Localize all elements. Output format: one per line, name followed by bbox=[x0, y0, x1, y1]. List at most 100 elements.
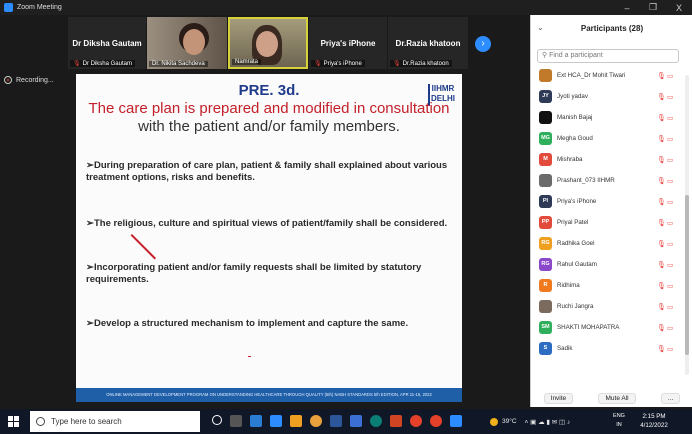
avatar: SM bbox=[539, 321, 552, 334]
participants-footer: Invite Mute All ... bbox=[531, 389, 692, 407]
participant-scrollbar[interactable] bbox=[685, 75, 689, 375]
recording-indicator[interactable]: Recording... bbox=[0, 73, 75, 87]
close-button[interactable]: X bbox=[666, 3, 692, 13]
video-tile[interactable]: Dr.Razia khatoon 🎙 Dr.Razia khatoon bbox=[388, 17, 468, 69]
edge-icon[interactable] bbox=[370, 415, 382, 427]
participants-header: ⌄ Participants (28) bbox=[531, 15, 692, 42]
avatar: M bbox=[539, 153, 552, 166]
participant-row[interactable]: Ruchi Jangra 🎙 ▭ bbox=[531, 296, 681, 317]
search-icon bbox=[36, 417, 45, 426]
window-title: Zoom Meeting bbox=[17, 4, 62, 11]
camera-off-icon: ▭ bbox=[667, 345, 674, 353]
mic-muted-icon: 🎙 bbox=[73, 61, 81, 67]
mic-muted-icon: 🎙 bbox=[657, 198, 666, 206]
language-indicator[interactable]: ENG IN bbox=[611, 412, 627, 430]
camera-off-icon: ▭ bbox=[667, 177, 674, 185]
participant-name: Ridhima bbox=[557, 282, 580, 289]
video-tile[interactable]: Dr Diksha Gautam 🎙 Dr Diksha Gautam bbox=[68, 17, 146, 69]
avatar: JY bbox=[539, 90, 552, 103]
zoom-app-icon[interactable] bbox=[270, 415, 282, 427]
more-options-button[interactable]: ... bbox=[660, 392, 681, 404]
chrome-icon[interactable] bbox=[310, 415, 322, 427]
participant-row[interactable]: RG Rahul Gautam 🎙 ▭ bbox=[531, 254, 681, 275]
participant-name: Megha Goud bbox=[557, 135, 593, 142]
minimize-button[interactable]: – bbox=[614, 3, 640, 13]
cortana-icon[interactable] bbox=[212, 415, 222, 425]
camera-off-icon: ▭ bbox=[667, 114, 674, 122]
mic-muted-icon: 🎙 bbox=[657, 177, 666, 185]
participant-row[interactable]: M Mishraba 🎙 ▭ bbox=[531, 149, 681, 170]
scrollbar-thumb[interactable] bbox=[685, 195, 689, 355]
tile-label: 🎙 Dr Diksha Gautam bbox=[70, 60, 135, 67]
tile-label: Namrata bbox=[232, 59, 262, 65]
mail-icon[interactable] bbox=[250, 415, 262, 427]
mic-muted-icon: 🎙 bbox=[657, 261, 666, 269]
mic-muted-icon: 🎙 bbox=[314, 61, 322, 67]
video-tile[interactable]: Priya's iPhone 🎙 Priya's iPhone bbox=[309, 17, 387, 69]
avatar: PP bbox=[539, 216, 552, 229]
participant-row[interactable]: Ext HCA_Dr Mohit Tiwari 🎙 ▭ bbox=[531, 65, 681, 86]
participant-row[interactable]: S Sadik 🎙 ▭ bbox=[531, 338, 681, 359]
camera-off-icon: ▭ bbox=[667, 93, 674, 101]
app-icon[interactable] bbox=[450, 415, 462, 427]
participant-row[interactable]: SM SHAKTI MOHAPATRA 🎙 ▭ bbox=[531, 317, 681, 338]
participant-row[interactable]: PI Priya's iPhone 🎙 ▭ bbox=[531, 191, 681, 212]
avatar: S bbox=[539, 342, 552, 355]
windows-start-icon[interactable] bbox=[8, 416, 19, 427]
camera-off-icon: ▭ bbox=[667, 240, 674, 248]
camera-off-icon: ▭ bbox=[667, 135, 674, 143]
video-strip: Dr Diksha Gautam 🎙 Dr Diksha Gautam Dr. N… bbox=[0, 15, 530, 71]
weather-temp[interactable]: 39°C bbox=[502, 418, 517, 425]
participant-row[interactable]: PP Priyal Patel 🎙 ▭ bbox=[531, 212, 681, 233]
zoom-window: Zoom Meeting – ❐ X Dr Diksha Gautam 🎙 Dr … bbox=[0, 0, 692, 434]
annotation-line bbox=[130, 234, 157, 260]
participant-row[interactable]: JY Jyoti yadav 🎙 ▭ bbox=[531, 86, 681, 107]
video-tile-active-speaker[interactable]: Namrata bbox=[228, 17, 308, 69]
taskbar-search-input[interactable]: Type here to search bbox=[30, 411, 200, 432]
mic-muted-icon: 🎙 bbox=[657, 219, 666, 227]
tile-label: Dr. Nikita Sachdeva bbox=[149, 61, 208, 67]
participant-row[interactable]: Manish Bajaj 🎙 ▭ bbox=[531, 107, 681, 128]
avatar bbox=[539, 174, 552, 187]
file-explorer-icon[interactable] bbox=[290, 415, 302, 427]
tray-icons[interactable]: ˄ ▣ ☁ ▮ ✉ ◫ ♪ bbox=[525, 418, 571, 426]
participant-row[interactable]: RG Radhika Goel 🎙 ▭ bbox=[531, 233, 681, 254]
restore-button[interactable]: ❐ bbox=[640, 2, 666, 13]
participant-name: Mishraba bbox=[557, 156, 583, 163]
avatar bbox=[539, 69, 552, 82]
mic-muted-icon: 🎙 bbox=[657, 240, 666, 248]
mic-muted-icon: 🎙 bbox=[657, 93, 666, 101]
app-icon[interactable] bbox=[430, 415, 442, 427]
participant-name: Ruchi Jangra bbox=[557, 303, 594, 310]
mic-muted-icon: 🎙 bbox=[657, 345, 666, 353]
system-clock[interactable]: 2:15 PM 4/12/2022 bbox=[630, 412, 678, 430]
video-tile[interactable]: Dr. Nikita Sachdeva bbox=[147, 17, 227, 69]
next-page-button[interactable]: › bbox=[475, 36, 491, 52]
weather-icon[interactable] bbox=[490, 417, 498, 426]
word-icon[interactable] bbox=[330, 415, 342, 427]
app-icon[interactable] bbox=[350, 415, 362, 427]
invite-button[interactable]: Invite bbox=[543, 392, 574, 404]
windows-taskbar: Type here to search 39°C ˄ ▣ ☁ ▮ ✉ ◫ ♪ E… bbox=[0, 409, 692, 434]
participant-name: Priya's iPhone bbox=[557, 198, 597, 205]
participant-row[interactable]: R Ridhima 🎙 ▭ bbox=[531, 275, 681, 296]
camera-off-icon: ▭ bbox=[667, 261, 674, 269]
tile-label: 🎙 Dr.Razia khatoon bbox=[390, 60, 452, 67]
participant-search-input[interactable]: ⚲ Find a participant bbox=[537, 49, 679, 63]
mic-muted-icon: 🎙 bbox=[393, 61, 401, 67]
participant-name: Manish Bajaj bbox=[557, 114, 593, 121]
mute-all-button[interactable]: Mute All bbox=[598, 392, 636, 404]
app-icon[interactable] bbox=[410, 415, 422, 427]
participant-row[interactable]: MG Megha Goud 🎙 ▭ bbox=[531, 128, 681, 149]
participant-row[interactable]: Prashant_073 IIHMR 🎙 ▭ bbox=[531, 170, 681, 191]
slide-bullet: ➢Incorporating patient and/or family req… bbox=[86, 262, 422, 285]
avatar bbox=[539, 300, 552, 313]
mic-muted-icon: 🎙 bbox=[657, 135, 666, 143]
task-view-icon[interactable] bbox=[230, 415, 242, 427]
participant-name: Sadik bbox=[557, 345, 573, 352]
powerpoint-icon[interactable] bbox=[390, 415, 402, 427]
participants-title: Participants (28) bbox=[580, 24, 644, 33]
slide-subtitle: The care plan is prepared and modified i… bbox=[88, 100, 450, 135]
avatar: RG bbox=[539, 237, 552, 250]
participant-name: Radhika Goel bbox=[557, 240, 595, 247]
